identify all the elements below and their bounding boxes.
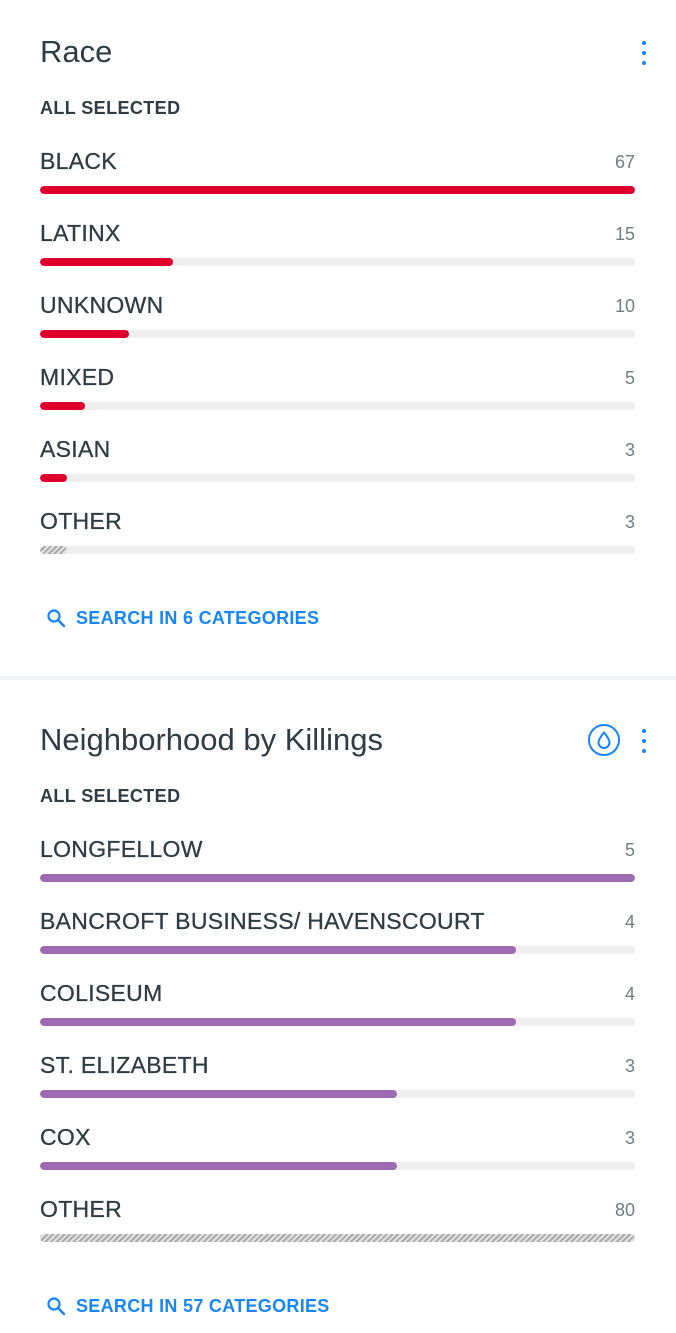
category-row[interactable]: ASIAN 3 xyxy=(40,436,635,508)
kebab-menu-icon[interactable] xyxy=(640,39,648,67)
selection-status: ALL SELECTED xyxy=(40,786,181,806)
search-categories-button[interactable]: SEARCH IN 6 CATEGORIES xyxy=(46,604,319,632)
category-bar-fill xyxy=(40,330,129,338)
category-row[interactable]: UNKNOWN 10 xyxy=(40,292,635,364)
category-count: 3 xyxy=(624,512,635,532)
search-categories-label: SEARCH IN 6 CATEGORIES xyxy=(76,607,320,628)
category-row[interactable]: OTHER 3 xyxy=(40,508,635,580)
category-row[interactable]: BLACK 67 xyxy=(40,148,635,220)
category-bar-track xyxy=(40,474,635,482)
race-widget: Race ALL SELECTED BLACK 67 LATINX 15 UNKNOWN… xyxy=(0,0,676,676)
widget-title: Neighborhood by Killings xyxy=(40,722,383,757)
search-icon xyxy=(47,1297,66,1316)
category-count: 10 xyxy=(614,296,635,316)
category-bar-fill xyxy=(40,946,516,954)
category-count: 5 xyxy=(624,368,635,388)
category-label: COX xyxy=(40,1124,91,1150)
category-bar-track xyxy=(40,1162,635,1170)
category-bar-track xyxy=(40,1234,635,1242)
category-bar-fill xyxy=(40,474,67,482)
category-row[interactable]: ST. ELIZABETH 3 xyxy=(40,1052,635,1124)
color-by-button[interactable] xyxy=(588,724,620,756)
category-row[interactable]: LONGFELLOW 5 xyxy=(40,836,635,908)
category-label: OTHER xyxy=(40,1196,122,1222)
category-label: COLISEUM xyxy=(40,980,163,1006)
category-bar-fill xyxy=(40,546,67,554)
category-bar-track xyxy=(40,402,635,410)
kebab-menu-icon[interactable] xyxy=(640,727,648,755)
category-row[interactable]: COLISEUM 4 xyxy=(40,980,635,1052)
droplet-icon xyxy=(597,731,611,749)
search-icon xyxy=(47,609,66,628)
category-label: LATINX xyxy=(40,220,121,246)
category-list: LONGFELLOW 5 BANCROFT BUSINESS/ HAVENSCOUR… xyxy=(40,836,635,1268)
category-label: ST. ELIZABETH xyxy=(40,1052,209,1078)
category-bar-fill xyxy=(40,1162,397,1170)
category-bar-track xyxy=(40,946,635,954)
category-bar-fill xyxy=(40,874,635,882)
search-categories-button[interactable]: SEARCH IN 57 CATEGORIES xyxy=(46,1292,330,1320)
category-label: ASIAN xyxy=(40,436,111,462)
category-bar-fill xyxy=(40,186,635,194)
category-bar-fill xyxy=(40,1090,397,1098)
category-row[interactable]: MIXED 5 xyxy=(40,364,635,436)
category-row[interactable]: COX 3 xyxy=(40,1124,635,1196)
category-label: LONGFELLOW xyxy=(40,836,203,862)
category-count: 80 xyxy=(614,1200,635,1220)
category-count: 5 xyxy=(624,840,635,860)
category-count: 15 xyxy=(614,224,635,244)
category-label: MIXED xyxy=(40,364,115,390)
category-count: 67 xyxy=(614,152,635,172)
category-row[interactable]: BANCROFT BUSINESS/ HAVENSCOURT 4 xyxy=(40,908,635,980)
category-label: UNKNOWN xyxy=(40,292,164,318)
category-bar-track xyxy=(40,874,635,882)
category-bar-track xyxy=(40,330,635,338)
category-row[interactable]: LATINX 15 xyxy=(40,220,635,292)
category-bar-track xyxy=(40,258,635,266)
category-bar-fill xyxy=(40,258,173,266)
category-list: BLACK 67 LATINX 15 UNKNOWN 10 MIXED 5 ASIAN 3 OTHE… xyxy=(40,148,635,580)
category-label: OTHER xyxy=(40,508,122,534)
category-count: 3 xyxy=(624,1128,635,1148)
widget-title: Race xyxy=(40,34,113,69)
category-bar-fill xyxy=(40,1018,516,1026)
category-bar-track xyxy=(40,1018,635,1026)
selection-status: ALL SELECTED xyxy=(40,98,181,118)
category-label: BLACK xyxy=(40,148,117,174)
category-bar-track xyxy=(40,1090,635,1098)
category-label: BANCROFT BUSINESS/ HAVENSCOURT xyxy=(40,908,485,934)
category-row[interactable]: OTHER 80 xyxy=(40,1196,635,1268)
search-categories-label: SEARCH IN 57 CATEGORIES xyxy=(76,1295,330,1316)
category-count: 4 xyxy=(624,912,635,932)
category-bar-fill xyxy=(40,402,85,410)
category-count: 4 xyxy=(624,984,635,1004)
category-count: 3 xyxy=(624,1056,635,1076)
category-count: 3 xyxy=(624,440,635,460)
category-bar-fill xyxy=(40,1234,635,1242)
category-bar-track xyxy=(40,186,635,194)
neighborhood-widget: Neighborhood by Killings ALL SELECTED LO… xyxy=(0,680,676,1333)
category-bar-track xyxy=(40,546,635,554)
